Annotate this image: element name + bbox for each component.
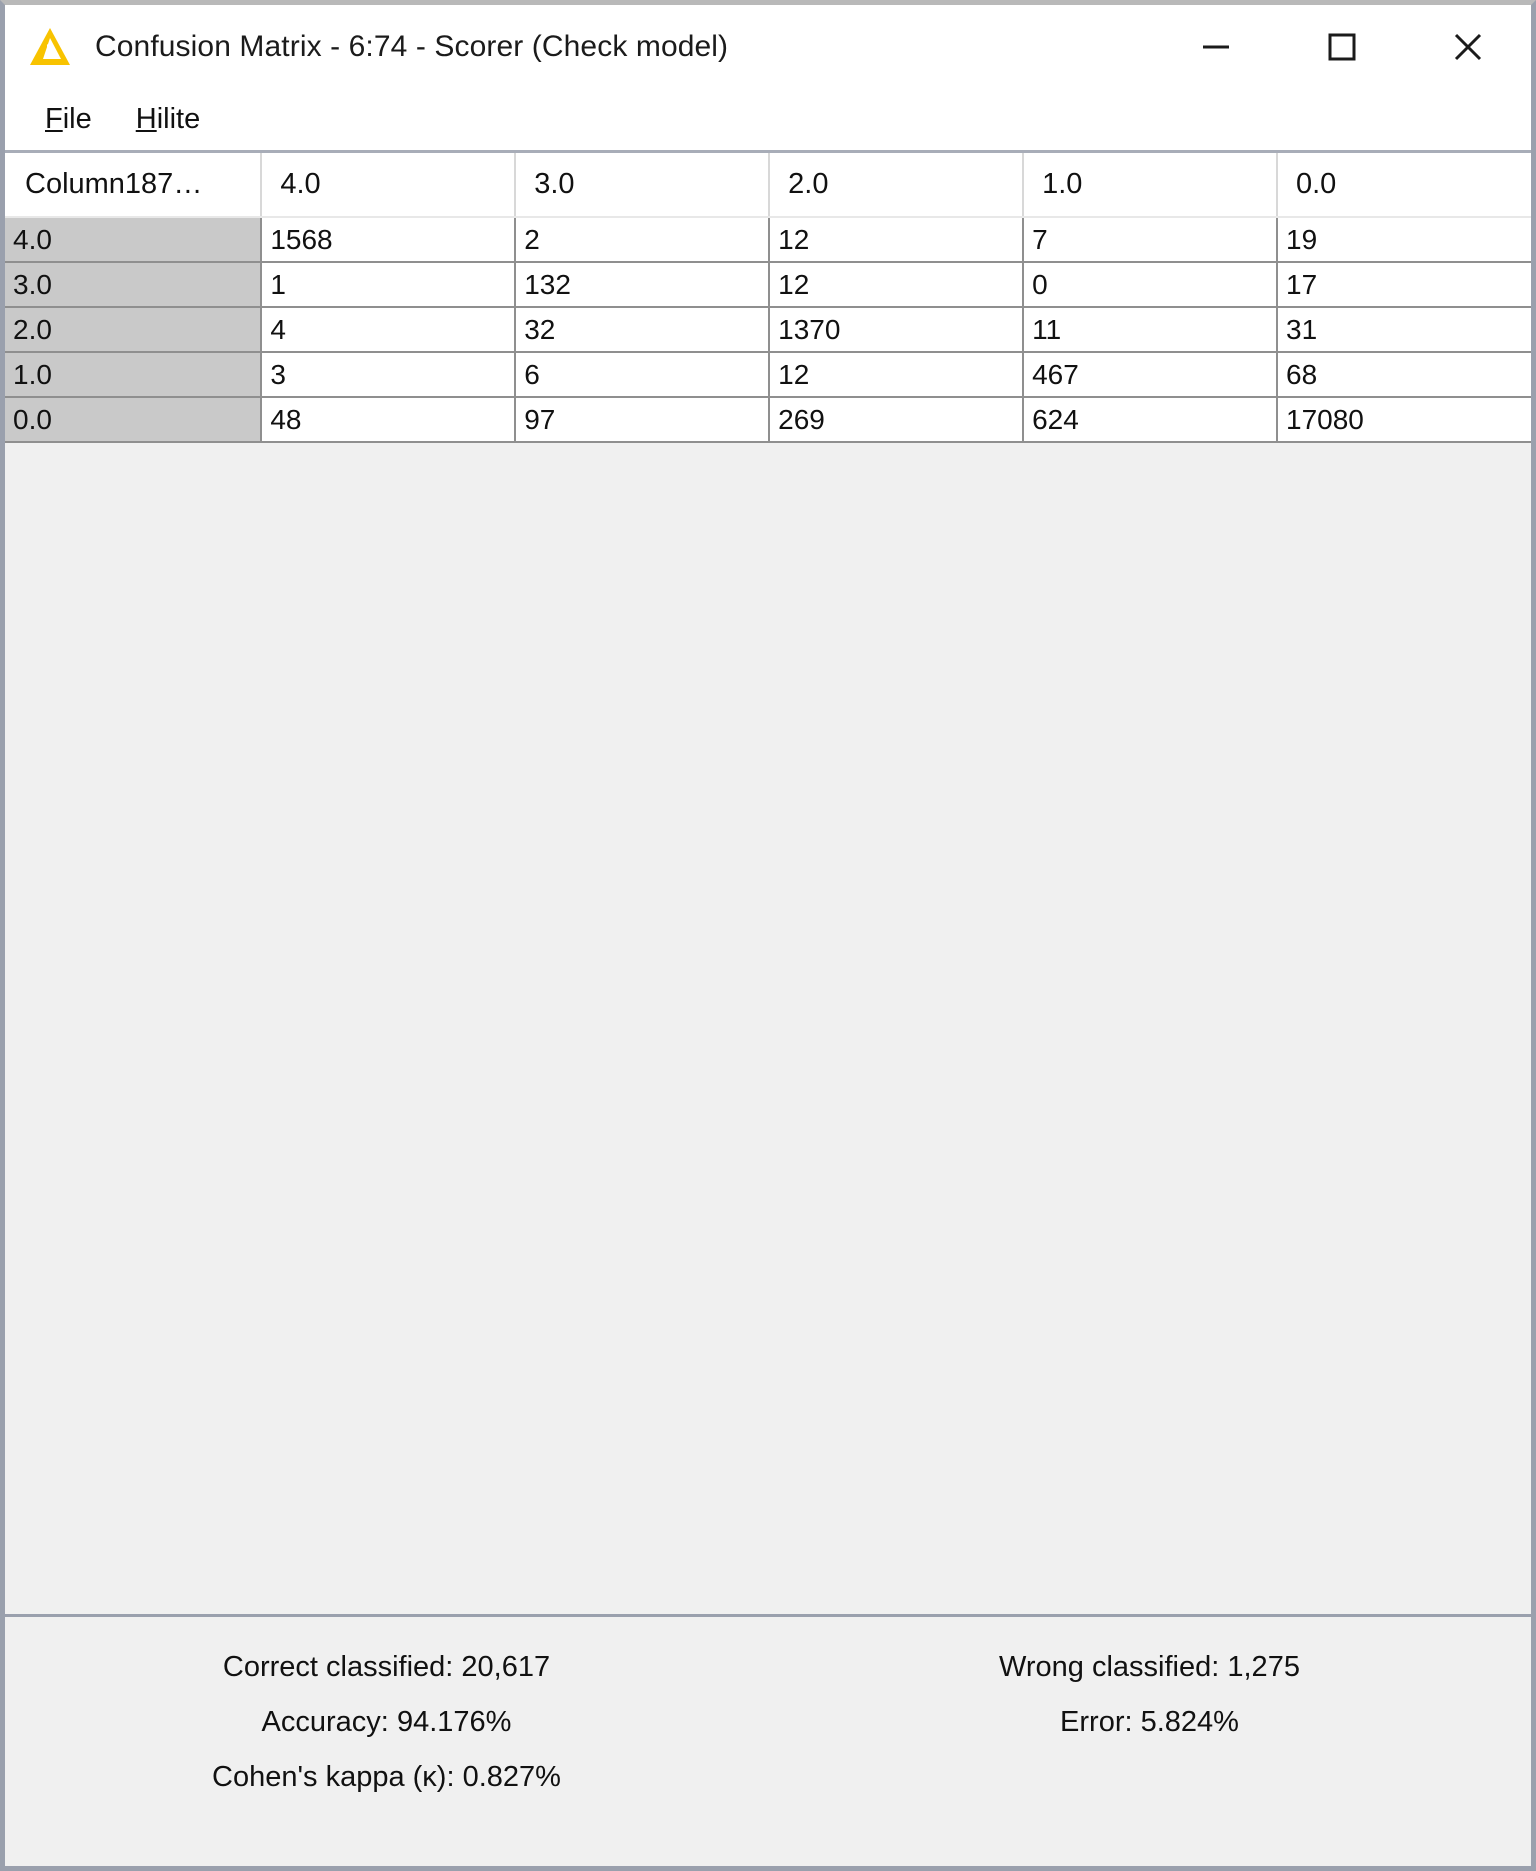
- cell-1-3[interactable]: 6: [515, 352, 771, 398]
- cell-1-0[interactable]: 68: [1277, 352, 1531, 398]
- cell-4-1[interactable]: 7: [1023, 217, 1278, 263]
- table-row[interactable]: 0.0 48 97 269 624 17080: [5, 397, 1531, 443]
- window-controls: [1153, 5, 1531, 88]
- column-header-corner[interactable]: Column187…: [5, 153, 263, 218]
- minimize-icon: [1203, 45, 1229, 48]
- cell-1-2[interactable]: 12: [769, 352, 1025, 398]
- kappa-spacer: [768, 1761, 1531, 1794]
- row-header-3[interactable]: 3.0: [5, 262, 263, 308]
- stat-row-accuracy: Accuracy: 94.176% Error: 5.824%: [5, 1706, 1531, 1739]
- cell-0-4[interactable]: 48: [261, 397, 517, 443]
- cell-0-3[interactable]: 97: [515, 397, 771, 443]
- window-title: Confusion Matrix - 6:74 - Scorer (Check …: [95, 29, 729, 63]
- cell-3-2[interactable]: 12: [769, 262, 1025, 308]
- table-row[interactable]: 1.0 3 6 12 467 68: [5, 352, 1531, 398]
- wrong-classified-value: 1,275: [1227, 1651, 1300, 1683]
- menu-file-rest: ile: [62, 102, 92, 135]
- cell-0-2[interactable]: 269: [769, 397, 1025, 443]
- column-header-1[interactable]: 1.0: [1023, 153, 1278, 218]
- table-header-row: Column187… 4.0 3.0 2.0 1.0 0.0: [5, 153, 1531, 218]
- confusion-matrix-window: Confusion Matrix - 6:74 - Scorer (Check …: [0, 0, 1536, 1871]
- kappa-stat: Cohen's kappa (κ): 0.827%: [5, 1761, 768, 1794]
- cell-3-0[interactable]: 17: [1277, 262, 1531, 308]
- kappa-label: Cohen's kappa (κ):: [212, 1761, 455, 1793]
- cell-1-4[interactable]: 3: [261, 352, 517, 398]
- kappa-value: 0.827%: [462, 1761, 561, 1793]
- row-header-0[interactable]: 0.0: [5, 397, 263, 443]
- menu-item-hilite[interactable]: Hilite: [114, 103, 222, 136]
- correct-classified-label: Correct classified:: [222, 1651, 454, 1683]
- accuracy-stat: Accuracy: 94.176%: [5, 1706, 768, 1739]
- cell-3-3[interactable]: 132: [515, 262, 771, 308]
- cell-2-3[interactable]: 32: [515, 307, 771, 353]
- cell-2-2[interactable]: 1370: [769, 307, 1025, 353]
- column-header-3[interactable]: 3.0: [515, 153, 771, 218]
- table-row[interactable]: 2.0 4 32 1370 11 31: [5, 307, 1531, 353]
- wrong-classified-label: Wrong classified:: [999, 1651, 1220, 1683]
- knime-triangle-icon: [30, 27, 70, 65]
- cell-3-4[interactable]: 1: [261, 262, 517, 308]
- column-header-4[interactable]: 4.0: [261, 153, 517, 218]
- menu-hilite-rest: ilite: [156, 102, 201, 135]
- error-stat: Error: 5.824%: [768, 1706, 1531, 1739]
- error-label: Error:: [1060, 1706, 1133, 1738]
- error-value: 5.824%: [1140, 1706, 1239, 1738]
- correct-classified-stat: Correct classified: 20,617: [5, 1651, 768, 1684]
- minimize-button[interactable]: [1153, 5, 1279, 88]
- stat-row-kappa: Cohen's kappa (κ): 0.827%: [5, 1761, 1531, 1794]
- cell-2-4[interactable]: 4: [261, 307, 517, 353]
- cell-4-2[interactable]: 12: [769, 217, 1025, 263]
- accuracy-label: Accuracy:: [261, 1706, 389, 1738]
- title-bar: Confusion Matrix - 6:74 - Scorer (Check …: [5, 5, 1531, 88]
- cell-2-1[interactable]: 11: [1023, 307, 1278, 353]
- close-button[interactable]: [1405, 5, 1531, 88]
- cell-1-1[interactable]: 467: [1023, 352, 1278, 398]
- wrong-classified-stat: Wrong classified: 1,275: [768, 1651, 1531, 1684]
- cell-0-1[interactable]: 624: [1023, 397, 1278, 443]
- table-scroll-area: Column187… 4.0 3.0 2.0 1.0 0.0 4.0 1568 …: [5, 153, 1531, 443]
- menu-bar: File Hilite: [5, 88, 1531, 150]
- table-body: 4.0 1568 2 12 7 19 3.0 1 132 12 0 17 2.0…: [5, 217, 1531, 443]
- cell-0-0[interactable]: 17080: [1277, 397, 1531, 443]
- accuracy-value: 94.176%: [396, 1706, 512, 1738]
- cell-2-0[interactable]: 31: [1277, 307, 1531, 353]
- row-header-2[interactable]: 2.0: [5, 307, 263, 353]
- menu-file-mnemonic: F: [45, 102, 63, 135]
- table-row[interactable]: 3.0 1 132 12 0 17: [5, 262, 1531, 308]
- menu-item-file[interactable]: File: [23, 103, 114, 136]
- stat-row-classified: Correct classified: 20,617 Wrong classif…: [5, 1651, 1531, 1684]
- cell-3-1[interactable]: 0: [1023, 262, 1278, 308]
- statistics-panel: Correct classified: 20,617 Wrong classif…: [5, 1614, 1531, 1866]
- confusion-matrix-table: Column187… 4.0 3.0 2.0 1.0 0.0 4.0 1568 …: [5, 153, 1531, 443]
- row-header-4[interactable]: 4.0: [5, 217, 263, 263]
- column-header-0[interactable]: 0.0: [1277, 153, 1531, 218]
- correct-classified-value: 20,617: [461, 1651, 551, 1683]
- table-header: Column187… 4.0 3.0 2.0 1.0 0.0: [5, 153, 1531, 218]
- table-viewport[interactable]: Column187… 4.0 3.0 2.0 1.0 0.0 4.0 1568 …: [5, 150, 1531, 1614]
- cell-4-0[interactable]: 19: [1277, 217, 1531, 263]
- close-icon: [1454, 33, 1482, 60]
- cell-4-4[interactable]: 1568: [261, 217, 517, 263]
- table-row[interactable]: 4.0 1568 2 12 7 19: [5, 217, 1531, 263]
- maximize-button[interactable]: [1279, 5, 1405, 88]
- maximize-icon: [1328, 33, 1356, 60]
- cell-4-3[interactable]: 2: [515, 217, 771, 263]
- menu-hilite-mnemonic: H: [135, 102, 157, 135]
- row-header-1[interactable]: 1.0: [5, 352, 263, 398]
- column-header-2[interactable]: 2.0: [769, 153, 1025, 218]
